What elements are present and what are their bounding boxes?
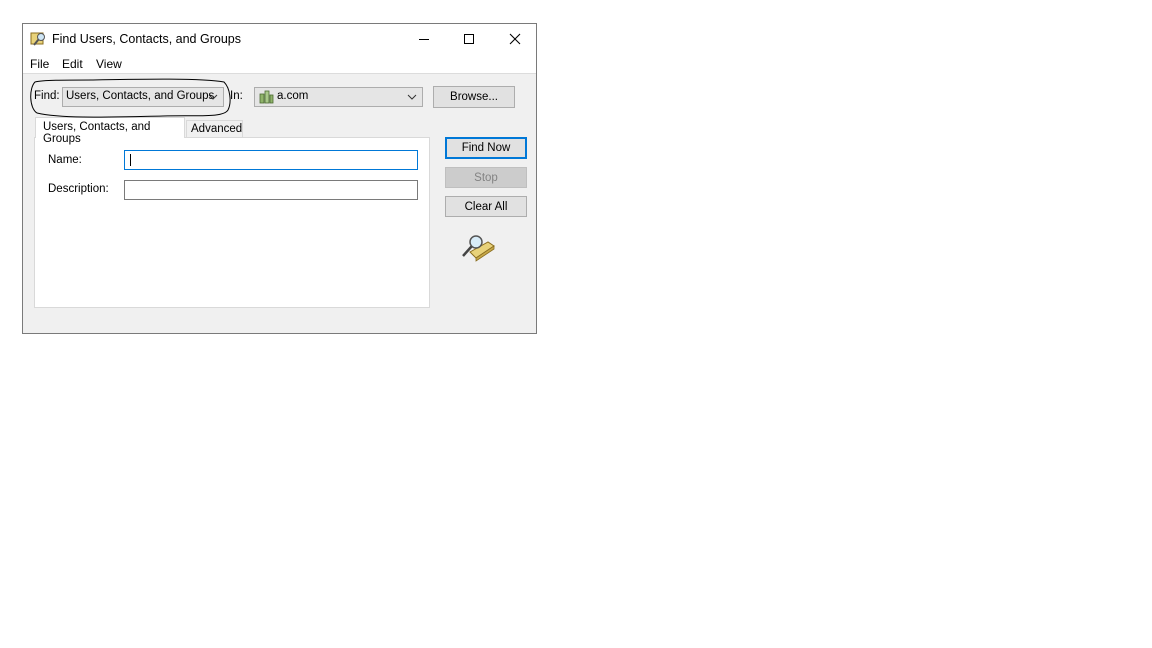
minimize-button[interactable] bbox=[401, 24, 447, 54]
tab-users-contacts-groups[interactable]: Users, Contacts, and Groups bbox=[35, 117, 185, 145]
name-field[interactable] bbox=[124, 150, 418, 170]
stop-button[interactable]: Stop bbox=[445, 167, 527, 188]
tab-panel: Name: Description: bbox=[34, 137, 430, 308]
tab-advanced[interactable]: Advanced bbox=[186, 120, 243, 137]
browse-button[interactable]: Browse... bbox=[433, 86, 515, 108]
search-magnifier-icon bbox=[462, 235, 495, 262]
find-type-value: Users, Contacts, and Groups bbox=[66, 90, 215, 102]
window-title: Find Users, Contacts, and Groups bbox=[52, 32, 241, 46]
close-icon bbox=[509, 33, 521, 45]
in-location-value: a.com bbox=[277, 90, 309, 102]
description-label: Description: bbox=[48, 183, 109, 195]
description-field[interactable] bbox=[124, 180, 418, 200]
text-caret bbox=[130, 154, 131, 166]
find-dialog-icon bbox=[30, 32, 45, 46]
menu-bar: File Edit View bbox=[23, 54, 536, 74]
title-bar[interactable]: Find Users, Contacts, and Groups bbox=[23, 24, 536, 54]
chevron-down-icon bbox=[208, 94, 218, 100]
find-now-button[interactable]: Find Now bbox=[445, 137, 527, 159]
minimize-icon bbox=[419, 39, 429, 40]
chevron-down-icon bbox=[407, 94, 417, 100]
menu-edit[interactable]: Edit bbox=[62, 57, 83, 71]
menu-file[interactable]: File bbox=[30, 57, 49, 71]
clear-all-button[interactable]: Clear All bbox=[445, 196, 527, 217]
in-label: In: bbox=[230, 90, 243, 102]
name-label: Name: bbox=[48, 154, 82, 166]
find-label: Find: bbox=[34, 90, 60, 102]
find-type-dropdown[interactable]: Users, Contacts, and Groups bbox=[62, 87, 224, 107]
in-location-dropdown[interactable]: a.com bbox=[254, 87, 423, 107]
maximize-icon bbox=[464, 34, 474, 44]
close-button[interactable] bbox=[492, 24, 538, 54]
domain-icon bbox=[259, 90, 274, 104]
find-users-dialog: Find Users, Contacts, and Groups File Ed… bbox=[22, 23, 537, 334]
menu-view[interactable]: View bbox=[96, 57, 122, 71]
maximize-button[interactable] bbox=[446, 24, 492, 54]
